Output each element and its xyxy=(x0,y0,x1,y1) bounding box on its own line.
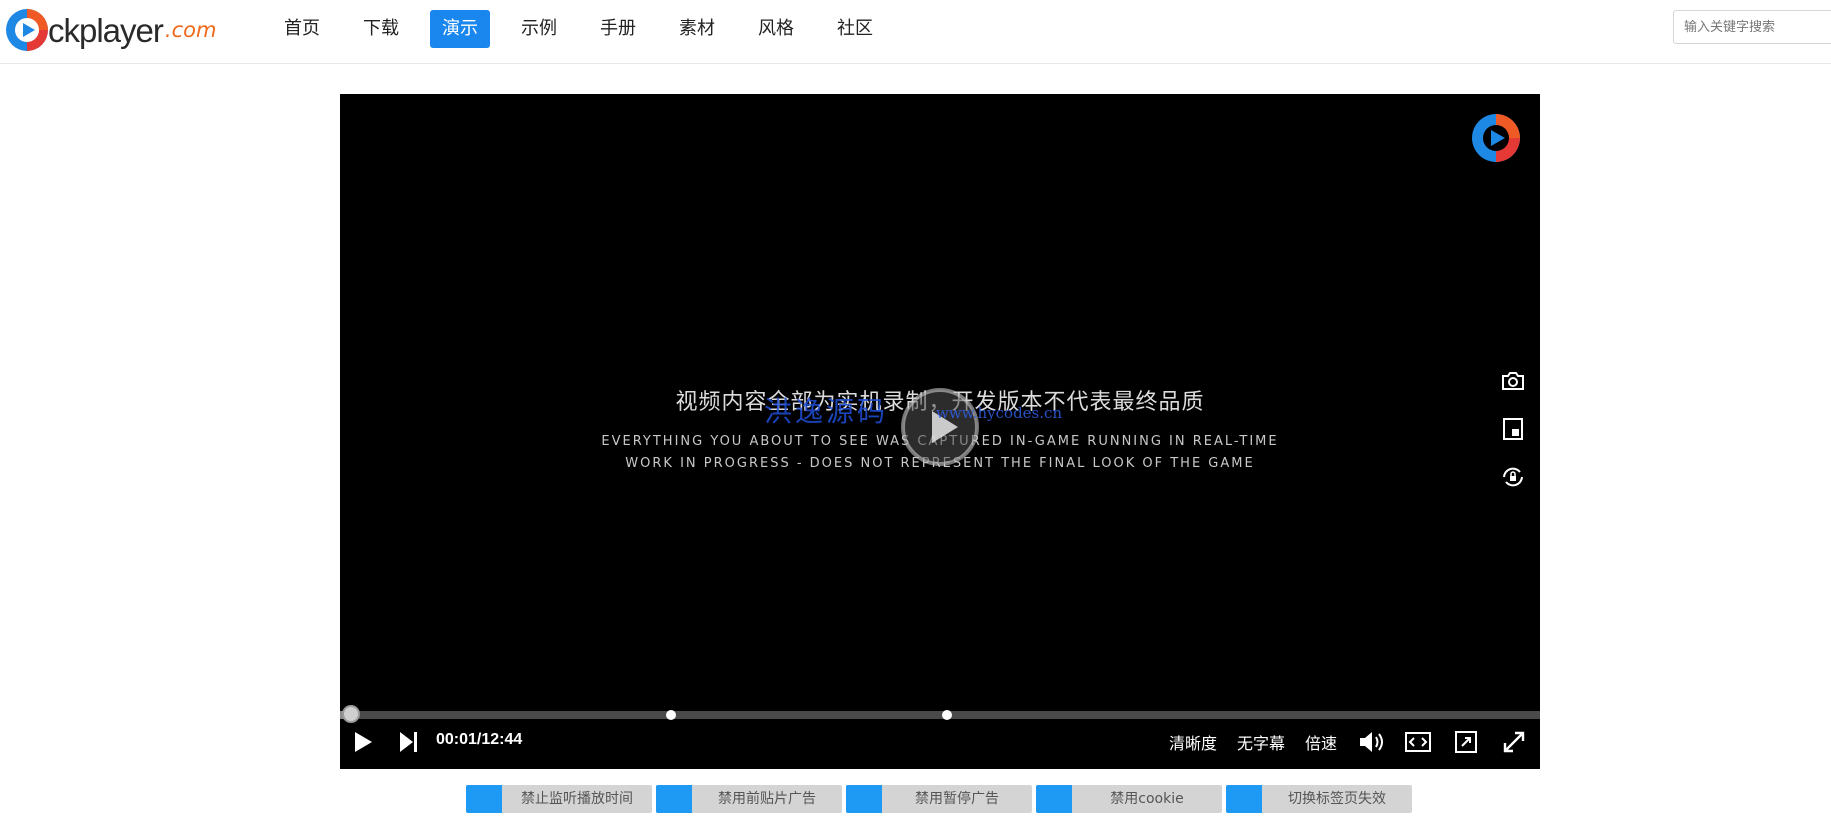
toggle-switch[interactable] xyxy=(1036,785,1072,813)
webfullscreen-icon[interactable] xyxy=(1404,730,1432,754)
play-circle-icon xyxy=(901,388,979,466)
ckplayer-logo-icon xyxy=(6,9,48,51)
nav-assets[interactable]: 素材 xyxy=(667,10,727,48)
toggle-switch[interactable] xyxy=(466,785,502,813)
time-display: 00:01/12:44 xyxy=(436,731,523,748)
picture-in-picture-icon[interactable] xyxy=(1500,416,1526,442)
video-player[interactable]: 视频内容全部为实机录制，开发版本不代表最终品质 EVERYTHING YOU A… xyxy=(340,94,1540,769)
option-buttons: 禁止监听播放时间 禁用前贴片广告 禁用暂停广告 禁用cookie 切换标签页失效 xyxy=(466,785,1412,813)
expand-icon[interactable] xyxy=(1502,730,1526,754)
watermark-text: 洪逸源码 xyxy=(764,395,889,428)
nav-community[interactable]: 社区 xyxy=(825,10,885,48)
quality-button[interactable]: 清晰度 xyxy=(1169,730,1217,754)
side-toolbar xyxy=(1500,368,1526,490)
watermark-url: www.hycodes.cn xyxy=(936,404,1063,422)
center-play-button[interactable] xyxy=(900,387,980,471)
nav-demo[interactable]: 演示 xyxy=(430,10,490,48)
toggle-switch[interactable] xyxy=(1226,785,1262,813)
toggle-switch[interactable] xyxy=(846,785,882,813)
nav-examples[interactable]: 示例 xyxy=(509,10,569,48)
progress-bar[interactable] xyxy=(340,711,1540,719)
subtitle-button[interactable]: 无字幕 xyxy=(1237,730,1285,754)
search-input[interactable] xyxy=(1673,10,1831,44)
control-bar: 00:01/12:44 清晰度 无字幕 倍速 xyxy=(340,722,1540,769)
speed-button[interactable]: 倍速 xyxy=(1305,730,1337,754)
toggle-label: 切换标签页失效 xyxy=(1288,791,1386,807)
toggle-label: 禁用前贴片广告 xyxy=(718,791,816,807)
volume-icon[interactable] xyxy=(1358,730,1386,754)
logo-text: ckplayer xyxy=(48,11,164,49)
tab-switch-disable-toggle[interactable]: 切换标签页失效 xyxy=(1226,785,1412,813)
nav-download[interactable]: 下载 xyxy=(351,10,411,48)
nav-home[interactable]: 首页 xyxy=(272,10,332,48)
site-header: ckplayer .com 首页 下载 演示 示例 手册 素材 风格 社区 xyxy=(0,0,1831,64)
progress-handle[interactable] xyxy=(341,705,360,723)
next-icon[interactable] xyxy=(398,730,420,754)
nav-styles[interactable]: 风格 xyxy=(746,10,806,48)
toggle-label: 禁用暂停广告 xyxy=(915,791,999,807)
toggle-label: 禁止监听播放时间 xyxy=(521,791,633,807)
fullscreen-icon[interactable] xyxy=(1454,730,1478,754)
disable-cookie-toggle[interactable]: 禁用cookie xyxy=(1036,785,1222,813)
screenshot-camera-icon[interactable] xyxy=(1500,368,1526,394)
play-icon[interactable] xyxy=(352,730,374,754)
main-nav: 首页 下载 演示 示例 手册 素材 风格 社区 xyxy=(272,10,904,48)
toggle-label: 禁用cookie xyxy=(1110,791,1184,807)
disable-preroll-ad-toggle[interactable]: 禁用前贴片广告 xyxy=(656,785,842,813)
player-logo-icon xyxy=(1470,112,1522,168)
rotate-lock-icon[interactable] xyxy=(1500,464,1526,490)
disable-pause-ad-toggle[interactable]: 禁用暂停广告 xyxy=(846,785,1032,813)
disable-time-listener-toggle[interactable]: 禁止监听播放时间 xyxy=(466,785,652,813)
site-logo[interactable]: ckplayer .com xyxy=(4,4,216,56)
nav-manual[interactable]: 手册 xyxy=(588,10,648,48)
logo-domain: .com xyxy=(164,18,217,42)
toggle-switch[interactable] xyxy=(656,785,692,813)
